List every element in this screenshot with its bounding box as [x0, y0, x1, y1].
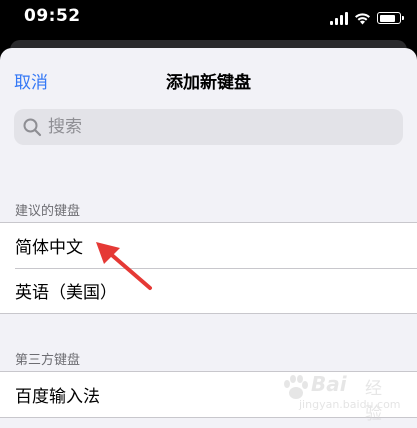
navigation-bar: 取消 添加新键盘 — [0, 48, 417, 110]
section-header-suggested: 建议的键盘 — [15, 204, 81, 219]
status-bar: 09:52 — [0, 0, 417, 36]
status-icons — [330, 9, 404, 25]
search-bar[interactable] — [14, 109, 403, 145]
paw-logo-icon — [284, 375, 308, 399]
keyboard-item-simplified-chinese[interactable]: 简体中文 — [0, 223, 417, 268]
watermark-brand: Bai — [311, 372, 347, 396]
suggested-keyboards-list: 简体中文 英语（美国） — [0, 222, 417, 314]
section-header-third-party: 第三方键盘 — [15, 353, 81, 368]
signal-icon — [330, 11, 348, 25]
wifi-icon — [355, 13, 370, 25]
battery-icon — [377, 12, 404, 24]
page-title: 添加新键盘 — [166, 73, 251, 93]
status-time: 09:52 — [24, 6, 81, 26]
keyboard-item-english-us[interactable]: 英语（美国） — [0, 268, 417, 313]
battery-fill — [379, 14, 395, 22]
watermark-url: jingyan.baidu.com — [299, 398, 401, 411]
watermark: Bai 经验 jingyan.baidu.com — [281, 370, 401, 424]
red-arrow-annotation — [96, 242, 152, 290]
search-input[interactable] — [46, 116, 403, 138]
search-icon — [23, 118, 42, 137]
